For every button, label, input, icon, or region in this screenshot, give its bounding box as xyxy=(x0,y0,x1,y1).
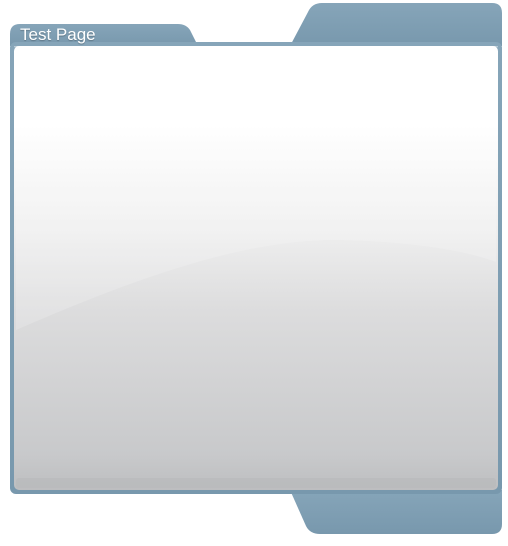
panel-footer-band xyxy=(16,478,496,488)
panel-top-rim xyxy=(14,46,498,48)
top-right-tab xyxy=(290,3,502,46)
window-frame xyxy=(10,3,502,534)
window-title: Test Page xyxy=(20,25,96,44)
window-container: Test Page xyxy=(0,0,508,546)
bottom-right-tab xyxy=(290,490,502,534)
